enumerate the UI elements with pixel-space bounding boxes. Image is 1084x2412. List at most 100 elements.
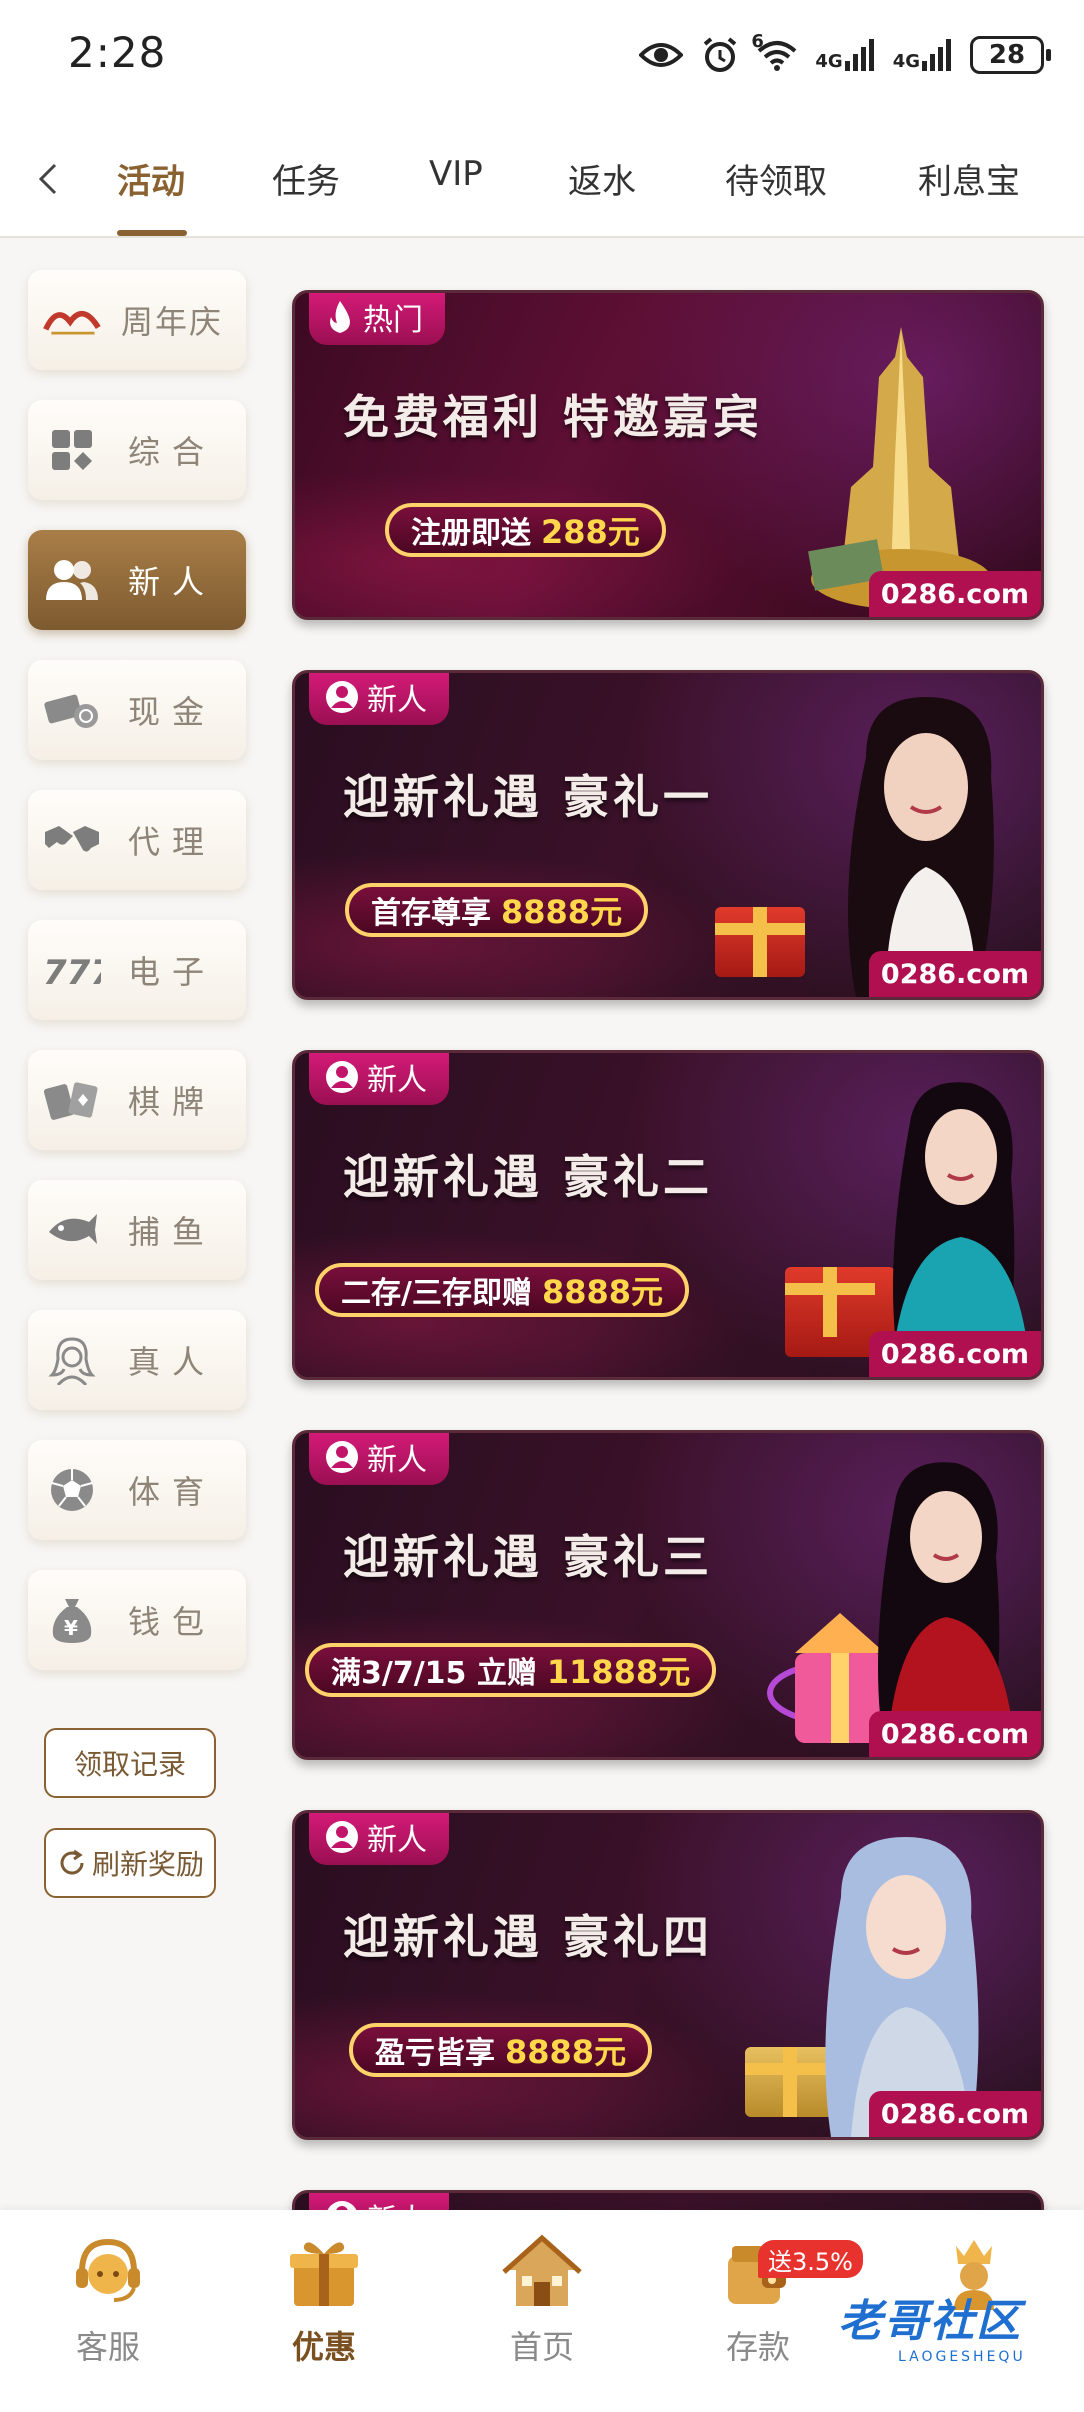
offer-amount: 11888元: [546, 1653, 691, 1691]
nav-label: 客服: [75, 2328, 140, 2366]
svg-text:777: 777: [43, 953, 101, 990]
soccer-ball-icon: [42, 1460, 102, 1520]
nav-label: 存款: [725, 2328, 790, 2366]
sidebar-item-slots[interactable]: 777 电子: [28, 920, 246, 1020]
banner-badge-label: 新人: [367, 1063, 427, 1098]
banner-title: 迎新礼遇 豪礼三: [343, 1530, 714, 1584]
signal-group-1: 4G: [815, 39, 874, 71]
site-tag: 0286.com: [868, 1331, 1041, 1377]
watermark: 老哥社区 LAOGESHEQU: [838, 2285, 1026, 2365]
sidebar-item-wallet[interactable]: ¥ 钱包: [28, 1570, 246, 1670]
grid-icon: [42, 420, 102, 480]
gift-box-icon: [290, 2242, 358, 2306]
tab-vip[interactable]: VIP: [429, 154, 483, 220]
sidebar-item-label: 真人: [127, 1343, 216, 1381]
site-tag: 0286.com: [868, 571, 1041, 617]
user-icon: [326, 1441, 358, 1473]
sidebar-item-anniversary[interactable]: 周年庆: [28, 270, 246, 370]
banner-offer-pill: 首存尊享 8888元: [345, 883, 649, 937]
site-tag: 0286.com: [868, 1711, 1041, 1757]
offer-text: 首存尊享: [371, 896, 491, 931]
sidebar-item-label: 捕鱼: [127, 1213, 216, 1251]
active-tab-indicator: [117, 230, 187, 236]
back-button[interactable]: [22, 154, 72, 204]
chevron-left-icon: [38, 163, 57, 195]
nav-home[interactable]: 首页: [467, 2232, 617, 2382]
alarm-icon: [704, 37, 737, 72]
tab-activities[interactable]: 活动: [117, 154, 185, 220]
wifi-label: 6: [751, 31, 764, 52]
promo-banner-newcomer-4[interactable]: 新人 迎新礼遇 豪礼四 盈亏皆享 8888元 0286.com: [292, 1810, 1044, 2140]
signal-icon: [922, 39, 951, 71]
tab-pending[interactable]: 待领取: [725, 154, 827, 220]
nav-customer-service[interactable]: 客服: [33, 2232, 183, 2382]
sidebar-item-live[interactable]: 真人: [28, 1310, 246, 1410]
cards-icon: [42, 1070, 102, 1130]
live-dealer-icon: [42, 1330, 102, 1390]
banner-offer-pill: 盈亏皆享 8888元: [349, 2023, 653, 2077]
banner-title: 迎新礼遇 豪礼二: [343, 1150, 714, 1204]
status-time: 2:28: [68, 28, 167, 77]
customer-service-icon: [76, 2238, 140, 2302]
user-icon: [326, 1061, 358, 1093]
sidebar-item-agent[interactable]: 代理: [28, 790, 246, 890]
wifi-group: 6: [751, 33, 797, 71]
tab-rebate[interactable]: 返水: [568, 154, 636, 220]
banner-title: 免费福利 特邀嘉宾: [343, 390, 764, 444]
refresh-rewards-button[interactable]: 刷新奖励: [44, 1828, 216, 1898]
status-bar: 2:28 6 4G 4G 28: [0, 0, 1084, 112]
sidebar-item-label: 新人: [127, 563, 216, 601]
offer-text: 盈亏皆享: [375, 2036, 495, 2071]
fish-icon: [42, 1200, 102, 1260]
sidebar-item-newcomer[interactable]: 新人: [28, 530, 246, 630]
banner-title: 迎新礼遇 豪礼一: [343, 770, 714, 824]
claim-records-label: 领取记录: [73, 1748, 186, 1781]
sidebar-item-label: 钱包: [127, 1603, 216, 1641]
nav-promotions[interactable]: 优惠: [249, 2232, 399, 2382]
money-bag-icon: ¥: [42, 1590, 102, 1650]
battery-icon: 28: [970, 36, 1051, 74]
nav-label: 优惠: [291, 2328, 356, 2366]
claim-records-button[interactable]: 领取记录: [44, 1728, 216, 1798]
user-icon: [326, 1821, 358, 1853]
sidebar-item-sports[interactable]: 体育: [28, 1440, 246, 1540]
sidebar-item-general[interactable]: 综合: [28, 400, 246, 500]
top-tab-bar: 活动 任务 VIP 返水 待领取 利息宝: [0, 112, 1084, 238]
battery-level: 28: [988, 40, 1026, 70]
offer-amount: 288元: [541, 513, 640, 551]
promo-banner-newcomer-2[interactable]: 新人 迎新礼遇 豪礼二 二存/三存即赠 8888元 0286.com: [292, 1050, 1044, 1380]
tab-interest[interactable]: 利息宝: [918, 154, 1020, 220]
users-icon: [42, 550, 102, 610]
promo-banner-hot[interactable]: 热门 免费福利 特邀嘉宾 注册即送 288元 0286.com: [292, 290, 1044, 620]
refresh-rewards-label: 刷新奖励: [91, 1848, 204, 1881]
sidebar-item-fishing[interactable]: 捕鱼: [28, 1180, 246, 1280]
watermark-text: 老哥社区: [838, 2296, 1022, 2347]
sidebar-item-chess[interactable]: 棋牌: [28, 1050, 246, 1150]
sidebar-item-label: 周年庆: [120, 303, 223, 341]
slot-777-icon: 777: [42, 940, 102, 1000]
banner-badge: 新人: [309, 1053, 449, 1105]
banner-badge-label: 新人: [367, 1443, 427, 1478]
site-tag: 0286.com: [868, 2091, 1041, 2137]
sidebar-item-cash[interactable]: 现金: [28, 660, 246, 760]
home-icon: [502, 2234, 582, 2306]
banner-title: 迎新礼遇 豪礼四: [343, 1910, 714, 1964]
offer-text: 注册即送: [411, 516, 531, 551]
status-icons: 6 4G 4G 28: [639, 30, 1051, 80]
banner-badge-label: 新人: [367, 683, 427, 718]
offer-text: 二存/三存即赠: [341, 1276, 532, 1311]
signal-icon: [844, 39, 874, 71]
promo-banner-newcomer-3[interactable]: 新人 迎新礼遇 豪礼三 满3/7/15 立赠 11888元 0286.com: [292, 1430, 1044, 1760]
banner-badge: 新人: [309, 1813, 449, 1865]
banner-offer-pill: 注册即送 288元: [385, 503, 666, 557]
promo-banner-newcomer-1[interactable]: 新人 迎新礼遇 豪礼一 首存尊享 8888元 0286.com: [292, 670, 1044, 1000]
tab-tasks[interactable]: 任务: [272, 154, 340, 220]
user-icon: [326, 681, 358, 713]
sidebar-item-label: 棋牌: [127, 1083, 216, 1121]
offer-amount: 8888元: [505, 2033, 627, 2071]
gift-box-illustration: [715, 907, 805, 977]
banner-badge-label: 热门: [363, 303, 423, 338]
banner-offer-pill: 二存/三存即赠 8888元: [315, 1263, 690, 1317]
banner-badge: 新人: [309, 1433, 449, 1485]
site-tag: 0286.com: [868, 951, 1041, 997]
